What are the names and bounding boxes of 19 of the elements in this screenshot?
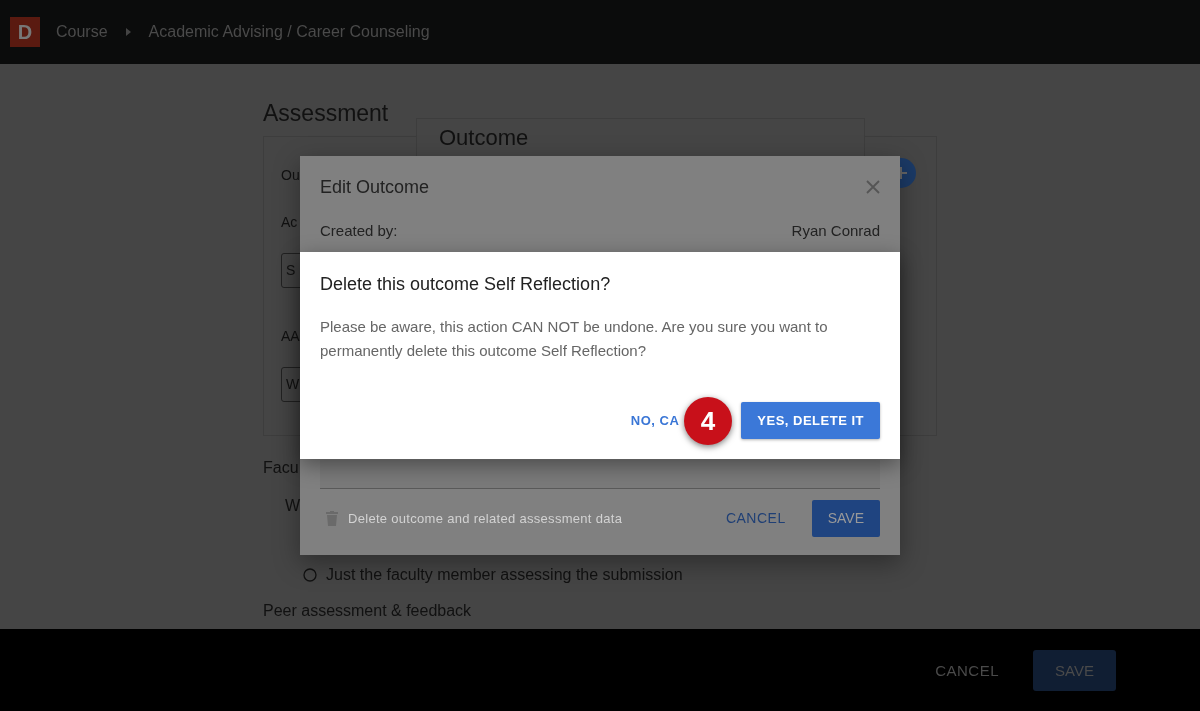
dialog-title: Delete this outcome Self Reflection? [320,273,612,296]
breadcrumb-link[interactable]: Course [56,23,108,41]
delete-button[interactable]: YES, DELETE IT [741,402,880,439]
dialog-message: Please be aware, this action CAN NOT be undone. Are you sure you want to permanently delete this outcome Self Reflection? [320,317,829,361]
logo[interactable]: D [10,17,40,47]
caret-icon [125,28,131,36]
cancel-button[interactable]: CANCEL [717,502,794,534]
radio-button[interactable] [303,568,317,582]
delete-link[interactable]: Delete outcome and related assessment data [348,510,623,526]
cancel-button[interactable]: CANCEL [929,660,1005,680]
field-label: Created by: [320,221,398,239]
input-field[interactable] [320,460,880,489]
breadcrumb-link[interactable]: Academic Advising / Career Counseling [148,23,430,41]
save-button[interactable]: SAVE [811,499,880,537]
close-icon[interactable] [866,180,880,194]
field-value: Ryan Conrad [791,221,880,239]
save-button[interactable]: SAVE [1033,649,1116,691]
dialog-title: Edit Outcome [320,176,430,198]
cancel-button[interactable]: NO, CA [630,405,680,436]
